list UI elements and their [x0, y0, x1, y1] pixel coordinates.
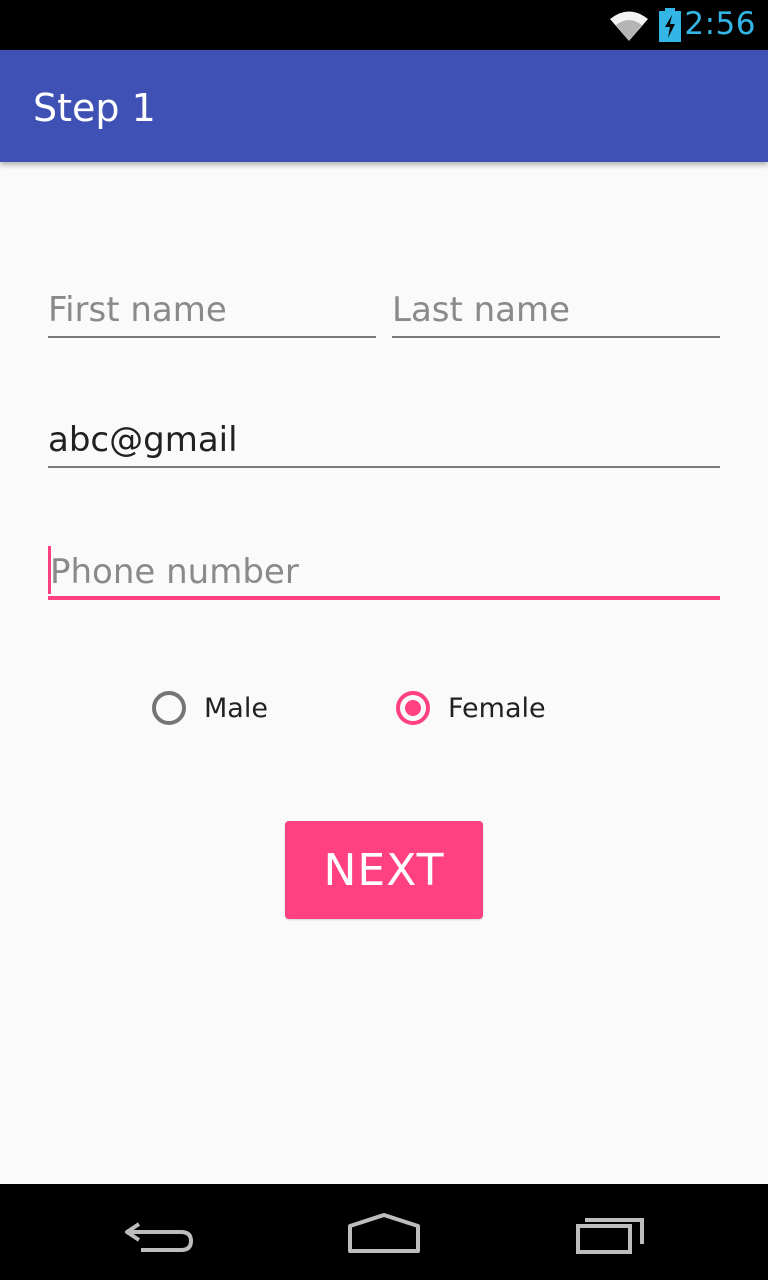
- app-bar: Step 1: [0, 50, 768, 162]
- last-name-input[interactable]: [392, 290, 720, 330]
- phone-field[interactable]: [48, 546, 722, 600]
- radio-unchecked-icon[interactable]: [152, 691, 186, 725]
- radio-female[interactable]: Female: [396, 686, 546, 730]
- radio-label-male: Male: [204, 692, 268, 724]
- recents-icon[interactable]: [565, 1206, 655, 1262]
- home-icon[interactable]: [339, 1206, 429, 1262]
- radio-dot: [405, 700, 421, 716]
- email-input[interactable]: [48, 420, 720, 460]
- first-name-input[interactable]: [48, 290, 376, 330]
- radio-checked-icon[interactable]: [396, 691, 430, 725]
- status-time: 2:56: [684, 6, 756, 42]
- first-name-field[interactable]: [48, 284, 376, 338]
- back-icon[interactable]: [115, 1206, 205, 1262]
- radio-label-female: Female: [448, 692, 546, 724]
- status-bar: 2:56: [0, 0, 768, 50]
- radio-male[interactable]: Male: [152, 686, 268, 730]
- phone-input[interactable]: [50, 552, 722, 592]
- wifi-icon: [610, 11, 648, 41]
- next-button[interactable]: NEXT: [285, 821, 483, 919]
- battery-charging-icon: [659, 8, 681, 42]
- email-field[interactable]: [48, 414, 720, 468]
- last-name-field[interactable]: [392, 284, 720, 338]
- page-title: Step 1: [33, 86, 156, 130]
- nav-bar: [0, 1184, 768, 1280]
